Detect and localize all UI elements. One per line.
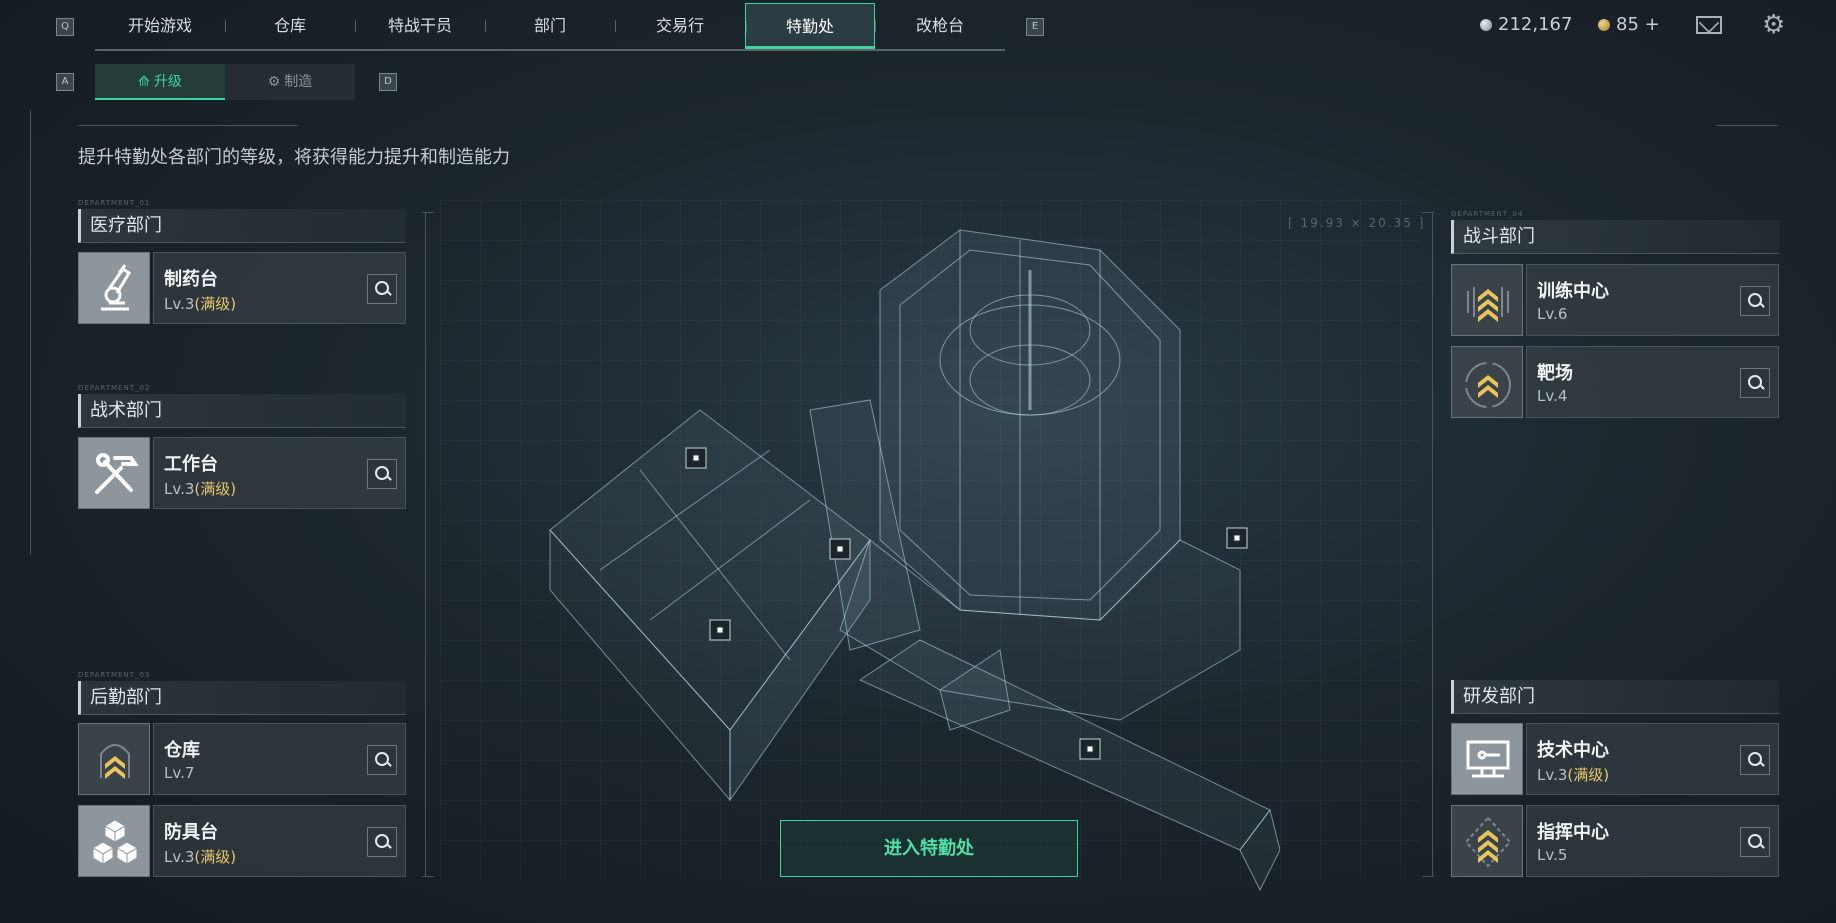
search-icon[interactable] [1740,286,1770,316]
facility-name: 制药台 [164,269,218,290]
search-icon[interactable] [367,459,397,489]
facility-card-workbench[interactable]: 工作台 Lv.3(满级) [78,437,406,509]
settings-gear-icon[interactable]: ⚙ [1762,12,1788,38]
dept-tag: DEPARTMENT_01 [78,199,151,207]
facility-name: 指挥中心 [1537,822,1609,843]
tab-operators[interactable]: 特战干员 [355,3,485,49]
prev-tab-key-hint: Q [56,18,74,36]
tab-trading[interactable]: 交易行 [615,3,745,49]
prev-subtab-key-hint: A [56,73,74,91]
bracket-tick [1422,876,1434,877]
top-nav: Q 开始游戏 仓库 特战干员 部门 交易行 特勤处 改枪台 E 212,167 … [0,0,1836,56]
facility-level: Lv.6 [1537,305,1568,323]
dept-header-medical: 医疗部门 [78,209,406,243]
silver-coin-icon [1480,18,1492,31]
facility-info[interactable]: 指挥中心 Lv.5 [1526,805,1779,877]
search-icon[interactable] [1740,745,1770,775]
facility-level: Lv.3(满级) [164,848,237,866]
facility-card-pharmacy[interactable]: 制药台 Lv.3(满级) [78,252,406,324]
facility-info[interactable]: 工作台 Lv.3(满级) [153,437,406,509]
facility-info[interactable]: 技术中心 Lv.3(满级) [1526,723,1779,795]
tab-special-ops[interactable]: 特勤处 [745,3,875,49]
facility-level: Lv.3(满级) [164,480,237,498]
silver-currency: 212,167 [1480,14,1572,35]
dept-tag: DEPARTMENT_03 [78,671,151,679]
bracket-tick [422,212,434,213]
bracket-line-right [1432,212,1433,877]
dept-header-logistics: 后勤部门 [78,681,406,715]
search-icon[interactable] [367,274,397,304]
gold-amount: 85 + [1616,14,1660,35]
facility-info[interactable]: 靶场 Lv.4 [1526,346,1779,418]
facility-level: Lv.4 [1537,387,1568,405]
tab-departments[interactable]: 部门 [485,3,615,49]
facility-card-warehouse[interactable]: 仓库 Lv.7 [78,723,406,795]
facility-name: 靶场 [1537,363,1573,384]
sub-tabs: ⟰ 升级 ⚙ 制造 [95,64,355,100]
dept-tag: DEPARTMENT_04 [1451,210,1524,218]
search-icon[interactable] [1740,827,1770,857]
computer-icon[interactable] [1451,723,1523,795]
microscope-icon[interactable] [78,252,150,324]
facility-name: 防具台 [164,822,218,843]
gold-currency[interactable]: 85 + [1598,14,1660,35]
rank-chevron-icon[interactable] [1451,264,1523,336]
main-tabs: 开始游戏 仓库 特战干员 部门 交易行 特勤处 改枪台 [95,3,1005,51]
facility-level: Lv.3(满级) [164,295,237,313]
facility-name: 仓库 [164,740,200,761]
facility-info[interactable]: 仓库 Lv.7 [153,723,406,795]
next-tab-key-hint: E [1026,18,1044,36]
subtab-upgrade[interactable]: ⟰ 升级 [95,64,225,100]
subtab-craft[interactable]: ⚙ 制造 [225,64,355,100]
bracket-tick [422,876,434,877]
map-coordinate-readout: [ 19.93 × 20.35 ] [1288,216,1426,230]
facility-card-training-center[interactable]: 训练中心 Lv.6 [1451,264,1779,336]
rank-chevron-icon[interactable] [1451,346,1523,418]
facility-name: 技术中心 [1537,740,1609,761]
enter-special-ops-button[interactable]: 进入特勤处 [780,820,1078,877]
armor-cubes-icon[interactable] [78,805,150,877]
dept-header-research: 研发部门 [1451,680,1779,714]
search-icon[interactable] [367,745,397,775]
rank-chevron-icon[interactable] [1451,805,1523,877]
craft-icon: ⚙ [267,74,281,90]
tab-warehouse[interactable]: 仓库 [225,3,355,49]
facility-name: 训练中心 [1537,281,1609,302]
facility-info[interactable]: 训练中心 Lv.6 [1526,264,1779,336]
search-icon[interactable] [1740,368,1770,398]
upgrade-icon: ⟰ [138,74,150,90]
facility-card-shooting-range[interactable]: 靶场 Lv.4 [1451,346,1779,418]
divider [1716,125,1778,126]
facility-level: Lv.5 [1537,846,1568,864]
bracket-line-left [425,212,426,877]
search-icon[interactable] [367,827,397,857]
tab-start-game[interactable]: 开始游戏 [95,3,225,49]
tools-icon[interactable] [78,437,150,509]
facility-level: Lv.3(满级) [1537,766,1610,784]
gold-coin-icon [1598,18,1610,31]
facility-info[interactable]: 制药台 Lv.3(满级) [153,252,406,324]
page-description: 提升特勤处各部门的等级，将获得能力提升和制造能力 [78,147,510,168]
divider [78,125,298,126]
facility-3d-model [549,229,1280,892]
dept-header-tactical: 战术部门 [78,394,406,428]
bracket-tick [1422,212,1434,213]
mail-icon[interactable] [1696,16,1722,34]
facility-card-tech-center[interactable]: 技术中心 Lv.3(满级) [1451,723,1779,795]
facility-name: 工作台 [164,454,218,475]
facility-card-command-center[interactable]: 指挥中心 Lv.5 [1451,805,1779,877]
dept-tag: DEPARTMENT_02 [78,384,151,392]
frame-line [30,110,31,555]
rank-chevron-icon[interactable] [78,723,150,795]
tab-gunsmith[interactable]: 改枪台 [875,3,1005,49]
facility-level: Lv.7 [164,764,195,782]
silver-amount: 212,167 [1498,14,1573,35]
next-subtab-key-hint: D [379,73,397,91]
facility-card-armor-bench[interactable]: 防具台 Lv.3(满级) [78,805,406,877]
facility-info[interactable]: 防具台 Lv.3(满级) [153,805,406,877]
dept-header-combat: 战斗部门 [1451,220,1779,254]
